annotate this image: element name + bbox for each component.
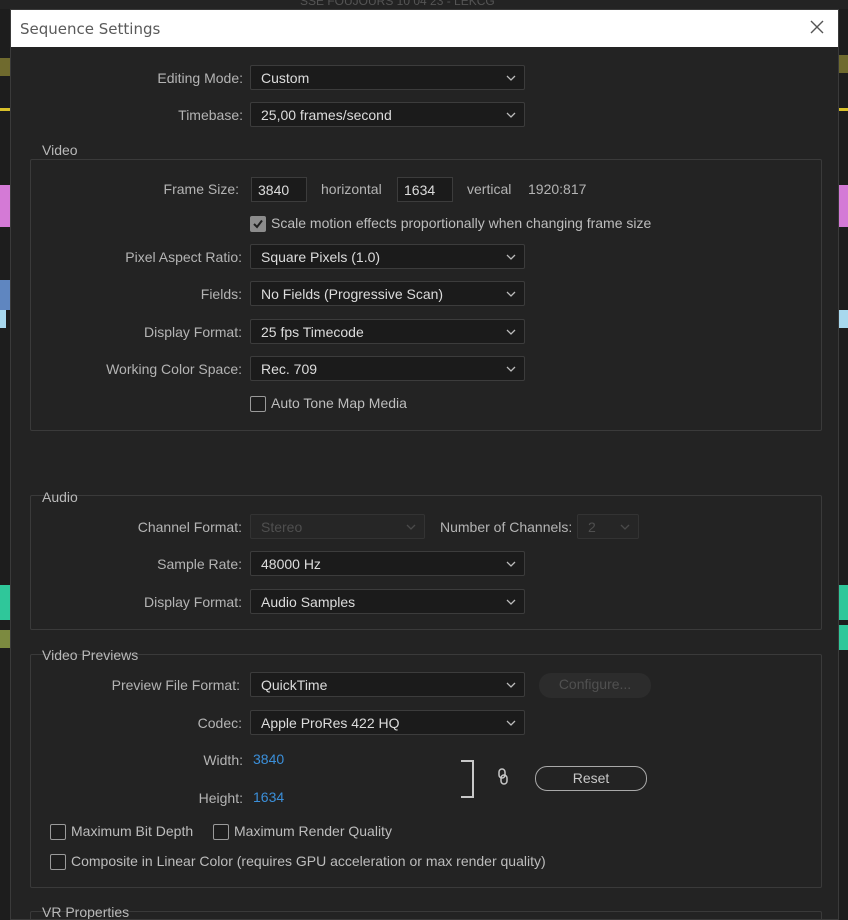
width-label: Width: [203,752,243,768]
dialog-title-bar[interactable]: Sequence Settings [11,10,838,47]
video-display-format-label: Display Format: [143,324,242,340]
scale-motion-label: Scale motion effects proportionally when… [271,215,652,231]
sample-rate-value: 48000 Hz [261,556,321,572]
chevron-down-icon [506,599,516,605]
aspect-ratio-value: 1920:817 [528,181,587,197]
number-of-channels-select: 2 [577,514,639,539]
timeline-clip-right [839,310,848,328]
timeline-clip-left [0,310,6,328]
chevron-down-icon [506,720,516,726]
chevron-down-icon [506,329,516,335]
chevron-down-icon [506,291,516,297]
auto-tone-map-checkbox[interactable] [250,396,266,412]
timeline-clip-left [0,58,10,76]
timeline-clip-left [0,280,10,310]
working-color-space-value: Rec. 709 [261,361,318,377]
video-display-format-select[interactable]: 25 fps Timecode [250,319,525,344]
vr-properties-section-title: VR Properties [42,904,130,920]
timeline-clip-right [839,625,848,650]
timeline-clip-left [0,585,10,620]
channel-format-value: Stereo [261,519,303,535]
channel-format-label: Channel Format: [137,519,242,535]
pixel-aspect-ratio-select[interactable]: Square Pixels (1.0) [250,244,525,269]
chevron-down-icon [406,524,416,530]
height-label: Height: [198,790,243,806]
link-bracket-icon [461,760,474,798]
audio-section-title: Audio [42,489,78,505]
dialog-title: Sequence Settings [20,20,161,38]
audio-display-format-select[interactable]: Audio Samples [250,589,525,614]
editing-mode-select[interactable]: Custom [250,65,525,90]
max-bit-depth-label: Maximum Bit Depth [71,823,194,839]
vertical-label: vertical [467,181,512,197]
sample-rate-label: Sample Rate: [157,556,242,572]
auto-tone-map-label: Auto Tone Map Media [271,395,407,411]
fields-label: Fields: [200,286,242,302]
background-sequence-title: SSE FOUJOURS 10 04 23 - LEKCG [300,0,495,8]
frame-size-label: Frame Size: [163,181,239,197]
number-of-channels-value: 2 [588,519,596,535]
codec-label: Codec: [197,715,242,731]
preview-file-format-value: QuickTime [261,677,328,693]
preview-height-value[interactable]: 1634 [253,789,284,805]
timebase-select[interactable]: 25,00 frames/second [250,102,525,127]
video-section-title: Video [42,142,78,158]
fields-value: No Fields (Progressive Scan) [261,286,444,302]
timeline-playhead-left [0,108,10,111]
audio-display-format-value: Audio Samples [261,594,356,610]
sample-rate-select[interactable]: 48000 Hz [250,551,525,576]
pixel-aspect-ratio-value: Square Pixels (1.0) [261,249,381,265]
horizontal-label: horizontal [321,181,382,197]
checkmark-icon [253,219,263,229]
frame-width-input[interactable]: 3840 [251,177,307,202]
composite-linear-label: Composite in Linear Color (requires GPU … [71,853,546,869]
video-display-format-value: 25 fps Timecode [261,324,364,340]
reset-button[interactable]: Reset [535,766,647,791]
channel-format-select: Stereo [250,514,425,539]
preview-file-format-label: Preview File Format: [111,677,240,693]
fields-select[interactable]: No Fields (Progressive Scan) [250,281,525,306]
sequence-settings-dialog: Sequence Settings Editing Mode: Custom T… [10,9,839,920]
chevron-down-icon [506,254,516,260]
scale-motion-checkbox[interactable] [250,216,266,232]
chain-link-icon[interactable] [495,767,511,787]
background-app-topbar: SSE FOUJOURS 10 04 23 - LEKCG [0,0,848,9]
timeline-clip-left [0,630,10,648]
preview-width-value[interactable]: 3840 [253,751,284,767]
timeline-clip-left [0,185,10,227]
codec-value: Apple ProRes 422 HQ [261,715,400,731]
chevron-down-icon [506,561,516,567]
vr-properties-section [30,911,822,919]
frame-height-input[interactable]: 1634 [397,177,453,202]
max-render-quality-checkbox[interactable] [213,824,229,840]
timeline-clip-right [839,55,848,73]
configure-button: Configure... [539,673,651,698]
working-color-space-select[interactable]: Rec. 709 [250,356,525,381]
composite-linear-checkbox[interactable] [50,854,66,870]
chevron-down-icon [506,366,516,372]
working-color-space-label: Working Color Space: [106,361,242,377]
number-of-channels-label: Number of Channels: [440,519,573,535]
video-previews-section-title: Video Previews [42,647,139,663]
editing-mode-label: Editing Mode: [157,70,243,86]
timeline-clip-right [839,185,848,227]
editing-mode-value: Custom [261,70,310,86]
pixel-aspect-ratio-label: Pixel Aspect Ratio: [125,249,242,265]
close-icon [810,20,824,34]
chevron-down-icon [506,112,516,118]
timeline-playhead-right [839,108,848,111]
chevron-down-icon [620,524,630,530]
max-render-quality-label: Maximum Render Quality [234,823,392,839]
timeline-clip-right [839,585,848,620]
timebase-label: Timebase: [178,107,243,123]
codec-select[interactable]: Apple ProRes 422 HQ [250,710,525,735]
audio-display-format-label: Display Format: [143,594,242,610]
max-bit-depth-checkbox[interactable] [50,824,66,840]
preview-file-format-select[interactable]: QuickTime [250,672,525,697]
close-button[interactable] [807,17,827,37]
chevron-down-icon [506,682,516,688]
chevron-down-icon [506,75,516,81]
timebase-value: 25,00 frames/second [261,107,392,123]
